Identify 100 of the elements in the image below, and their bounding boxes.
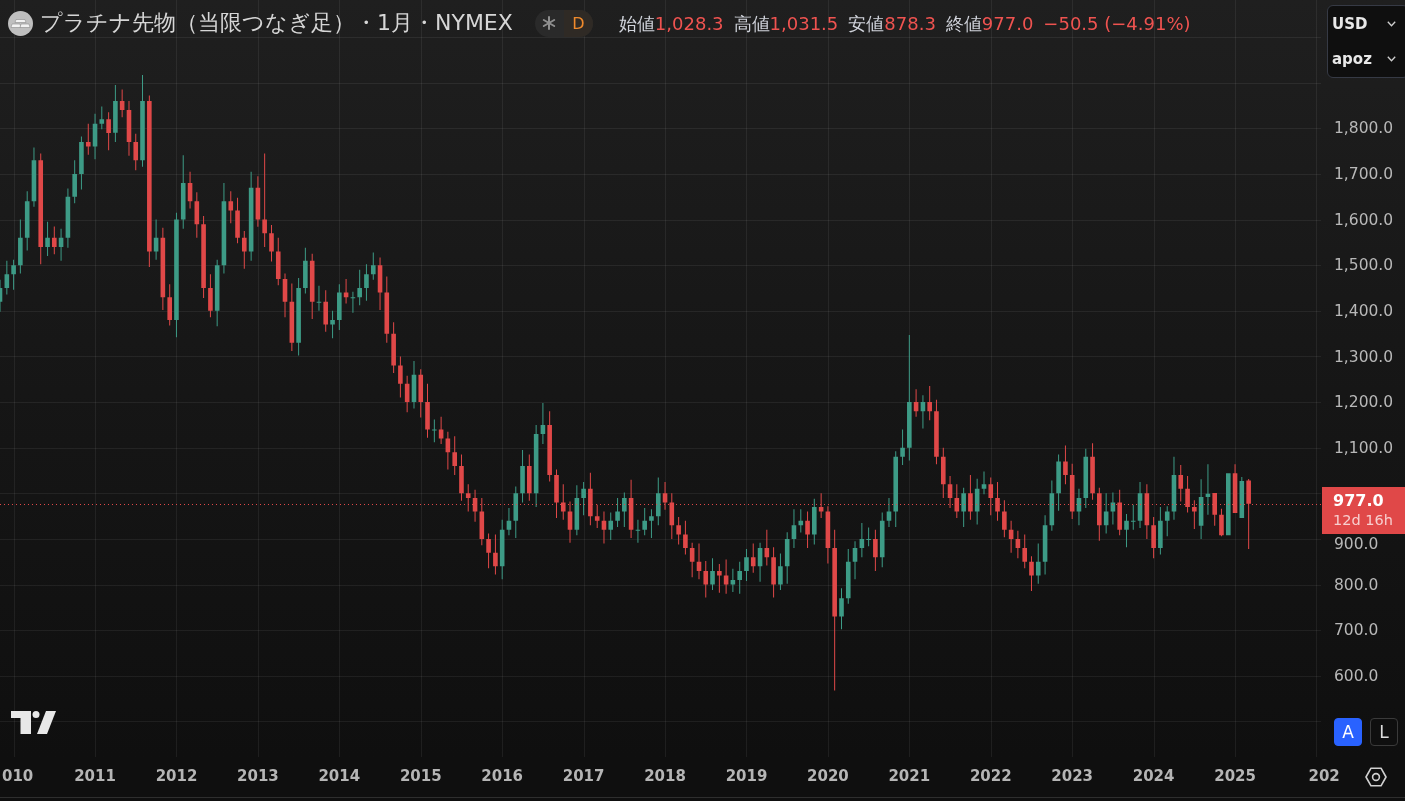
chevron-down-icon xyxy=(1387,20,1396,27)
ohlc-label: 始値 xyxy=(618,11,655,36)
delay-label: D xyxy=(563,9,593,37)
ohlc-label: 高値 xyxy=(733,11,770,36)
ohlc-value: 1,031.5 xyxy=(769,11,839,36)
ohlc-label: 終値 xyxy=(945,11,982,36)
candlestick xyxy=(398,356,403,398)
candlestick xyxy=(1063,445,1068,485)
candlestick xyxy=(79,136,84,190)
candlestick xyxy=(737,561,743,594)
candlestick xyxy=(995,481,1000,521)
candlestick xyxy=(873,529,878,571)
candlestick xyxy=(798,509,804,533)
candlestick xyxy=(364,264,369,301)
chevron-down-icon xyxy=(1387,56,1396,63)
logo-icon[interactable] xyxy=(10,711,56,734)
price-axis-label: 700.0 xyxy=(1334,621,1379,640)
candlestick xyxy=(1117,489,1122,536)
candlestick xyxy=(961,487,966,528)
price-axis-label: 1,100.0 xyxy=(1334,438,1394,457)
candlestick xyxy=(147,95,152,268)
time-axis-label: 2011 xyxy=(74,767,116,785)
candlestick xyxy=(1164,506,1170,537)
candlestick xyxy=(778,553,783,591)
candlestick xyxy=(893,451,899,528)
price-axis-label: 900.0 xyxy=(1334,534,1379,553)
price-axis-label: 1,300.0 xyxy=(1334,347,1394,366)
price-axis-label: 1,500.0 xyxy=(1334,256,1394,275)
time-axis-label: 2025 xyxy=(1214,767,1256,785)
candlestick xyxy=(493,534,498,575)
candlestick xyxy=(235,197,240,244)
time-axis-label: 2015 xyxy=(399,767,442,785)
candlestick xyxy=(99,106,105,130)
candlestick xyxy=(1185,476,1190,513)
candlestick xyxy=(1130,504,1136,530)
candlestick xyxy=(927,386,932,421)
candlestick xyxy=(262,153,267,247)
candlestick xyxy=(350,291,356,313)
price-axis-label: 1,800.0 xyxy=(1334,119,1394,138)
price-axis-label: 600.0 xyxy=(1334,666,1379,685)
currency-dropdown[interactable]: USD xyxy=(1328,6,1400,42)
candlestick xyxy=(513,486,519,539)
time-axis-label: 2012 xyxy=(155,767,198,785)
candlestick xyxy=(180,155,186,229)
ohlc-value: 977.0 xyxy=(981,11,1034,36)
candlestick xyxy=(72,160,77,204)
candlestick xyxy=(717,564,722,593)
time-axis-label: 2017 xyxy=(562,767,605,785)
candlestick xyxy=(1246,478,1251,549)
candlestick xyxy=(24,191,30,251)
time-axis-label: 2019 xyxy=(725,767,768,785)
candlestick xyxy=(201,215,206,299)
candlestick xyxy=(1083,448,1089,508)
settings-icon[interactable] xyxy=(1365,766,1387,788)
candlestick xyxy=(133,133,139,171)
candlestick xyxy=(608,512,614,540)
candlestick xyxy=(771,547,776,598)
unit-dropdown[interactable]: apoz xyxy=(1328,41,1400,77)
candlestick xyxy=(241,230,247,269)
time-axis-label: 2013 xyxy=(237,767,279,785)
candlestick xyxy=(750,543,756,573)
candlestick xyxy=(594,504,600,529)
candlestick xyxy=(832,529,837,691)
data-status-indicator[interactable]: D xyxy=(534,9,593,37)
candlestick xyxy=(337,284,342,330)
time-axis-label: 2020 xyxy=(807,767,849,785)
scale-mode-button[interactable]: A xyxy=(1334,718,1362,746)
candlestick xyxy=(710,558,715,591)
time-axis-label: 2021 xyxy=(888,767,931,785)
candlestick xyxy=(866,527,871,547)
candlestick xyxy=(1090,443,1095,500)
time-axis-label: 2022 xyxy=(969,767,1012,785)
candlestick xyxy=(208,274,213,318)
candlestick xyxy=(384,276,390,343)
price-axis-label: 800.0 xyxy=(1334,575,1379,594)
candlestick xyxy=(547,411,552,482)
candlestick xyxy=(940,447,946,498)
candlestick xyxy=(140,74,145,167)
last-price-value: 977.0 xyxy=(1333,490,1385,510)
candlestick xyxy=(316,285,322,311)
candlestick xyxy=(642,507,647,536)
scale-mode-button[interactable]: L xyxy=(1370,718,1398,746)
asterisk-icon xyxy=(542,16,557,30)
candlestick xyxy=(45,221,50,257)
candlestick xyxy=(581,481,586,516)
time-axis-label: 202 xyxy=(1308,767,1340,785)
ingot-icon xyxy=(8,10,33,36)
candlestick xyxy=(900,429,905,466)
candlestick xyxy=(330,310,335,339)
price-axis-label: 1,600.0 xyxy=(1334,210,1394,229)
candlestick xyxy=(113,84,118,142)
price-axis-label: 1,400.0 xyxy=(1334,301,1394,320)
candlestick xyxy=(744,549,749,581)
price-axis-label: 1,200.0 xyxy=(1334,393,1394,412)
candlestick xyxy=(296,277,301,356)
ohlc-value: 878.3 xyxy=(884,11,936,36)
time-axis-label: 010 xyxy=(2,767,34,785)
candlestick xyxy=(52,226,57,255)
candlestick xyxy=(370,252,376,280)
candlestick xyxy=(655,477,661,526)
